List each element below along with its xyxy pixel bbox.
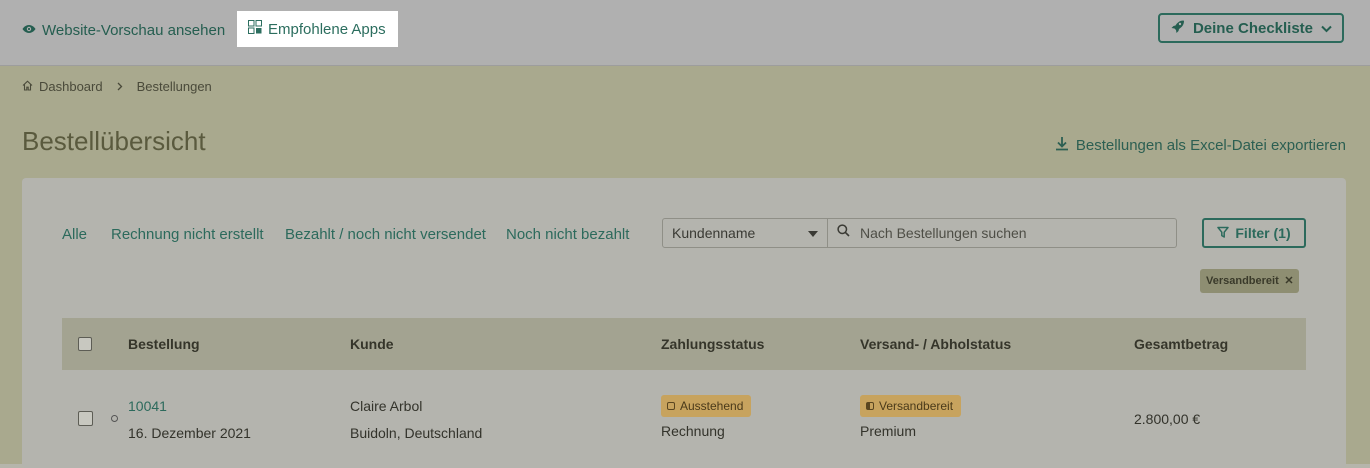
payment-status-badge: Ausstehend bbox=[661, 395, 752, 417]
shipping-status-badge: Versandbereit bbox=[860, 395, 962, 417]
rocket-icon bbox=[1170, 19, 1185, 38]
search-icon bbox=[837, 224, 850, 242]
breadcrumb: Dashboard Bestellungen bbox=[22, 79, 212, 94]
website-preview-link[interactable]: Website-Vorschau ansehen bbox=[22, 18, 225, 42]
checklist-label: Deine Checkliste bbox=[1192, 19, 1314, 37]
breadcrumb-dashboard[interactable]: Dashboard bbox=[39, 79, 103, 94]
tab-invoice-not-created[interactable]: Rechnung nicht erstellt bbox=[111, 226, 264, 243]
chevron-right-icon bbox=[117, 79, 123, 94]
top-bar: Website-Vorschau ansehen Empfohlene Apps… bbox=[0, 0, 1370, 66]
shipping-status-label: Versandbereit bbox=[879, 399, 954, 413]
order-number-link[interactable]: 10041 bbox=[128, 398, 167, 414]
column-header-customer[interactable]: Kunde bbox=[350, 336, 394, 352]
search-box bbox=[827, 218, 1177, 248]
chevron-down-icon bbox=[1321, 20, 1332, 37]
filter-label: Filter (1) bbox=[1235, 225, 1291, 241]
pending-square-icon bbox=[667, 402, 675, 410]
funnel-icon bbox=[1217, 225, 1230, 241]
home-icon bbox=[22, 79, 33, 94]
tab-all[interactable]: Alle bbox=[62, 226, 87, 243]
search-field-select[interactable]: Kundenname bbox=[662, 218, 828, 248]
order-date: 16. Dezember 2021 bbox=[128, 425, 251, 441]
select-all-checkbox[interactable] bbox=[78, 337, 92, 351]
export-excel-label: Bestellungen als Excel-Datei exportieren bbox=[1075, 137, 1346, 154]
download-icon bbox=[1055, 136, 1069, 155]
column-header-shipping-status[interactable]: Versand- / Abholstatus bbox=[860, 336, 1011, 352]
active-filter-label: Versandbereit bbox=[1206, 275, 1279, 287]
payment-method: Rechnung bbox=[661, 423, 725, 439]
orders-card: Alle Rechnung nicht erstellt Bezahlt / n… bbox=[22, 178, 1346, 468]
column-header-payment-status[interactable]: Zahlungsstatus bbox=[661, 336, 764, 352]
recommended-apps-label: Empfohlene Apps bbox=[268, 20, 386, 38]
column-header-order[interactable]: Bestellung bbox=[128, 336, 200, 352]
shipping-method: Premium bbox=[860, 423, 917, 439]
payment-status-label: Ausstehend bbox=[680, 399, 744, 413]
recommended-apps-link[interactable]: Empfohlene Apps bbox=[237, 11, 398, 47]
website-preview-label: Website-Vorschau ansehen bbox=[42, 21, 226, 39]
column-header-total[interactable]: Gesamtbetrag bbox=[1134, 336, 1228, 352]
breadcrumb-current: Bestellungen bbox=[136, 79, 212, 94]
checklist-button[interactable]: Deine Checkliste bbox=[1158, 13, 1344, 43]
eye-icon bbox=[22, 22, 36, 39]
caret-down-icon bbox=[808, 231, 818, 237]
customer-name: Claire Arbol bbox=[350, 398, 423, 414]
tab-paid-not-shipped[interactable]: Bezahlt / noch nicht versendet bbox=[285, 226, 486, 243]
tab-not-paid[interactable]: Noch nicht bezahlt bbox=[506, 226, 629, 243]
customer-location: Buidoln, Deutschland bbox=[350, 425, 483, 441]
order-total: 2.800,00 € bbox=[1134, 411, 1201, 427]
close-icon[interactable] bbox=[1285, 275, 1293, 287]
search-field-select-value: Kundenname bbox=[672, 225, 756, 241]
filter-button[interactable]: Filter (1) bbox=[1202, 218, 1306, 248]
export-excel-link[interactable]: Bestellungen als Excel-Datei exportieren bbox=[1055, 136, 1346, 155]
active-filter-chip: Versandbereit bbox=[1200, 269, 1299, 293]
half-filled-square-icon bbox=[866, 402, 874, 410]
row-status-dot bbox=[111, 415, 118, 422]
search-input[interactable] bbox=[858, 224, 1162, 242]
table-header: Bestellung Kunde Zahlungsstatus Versand-… bbox=[62, 318, 1306, 370]
page-content: Dashboard Bestellungen Bestellübersicht … bbox=[0, 66, 1370, 468]
page-title: Bestellübersicht bbox=[22, 126, 206, 156]
apps-grid-icon bbox=[248, 20, 262, 38]
row-checkbox[interactable] bbox=[78, 411, 93, 426]
